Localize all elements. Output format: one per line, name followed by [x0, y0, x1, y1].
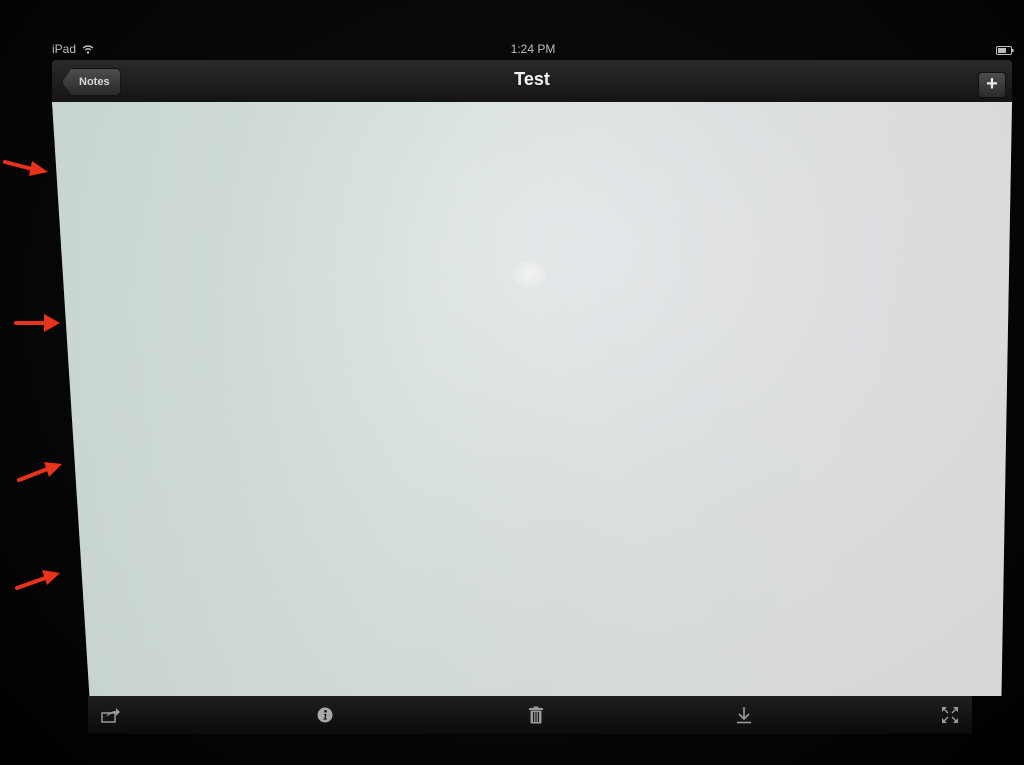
info-icon[interactable]	[314, 704, 336, 726]
status-time: 1:24 PM	[510, 42, 556, 56]
red-arrow-annotation	[16, 460, 64, 482]
note-title: Test	[514, 69, 550, 89]
red-arrow-annotation	[13, 312, 61, 332]
battery-icon	[996, 44, 1014, 55]
page-lighting	[52, 102, 1012, 696]
red-arrow-annotation	[2, 154, 50, 176]
navigation-bar: Notes Test +	[52, 60, 1012, 102]
note-editor[interactable]	[52, 102, 1012, 696]
share-icon[interactable]	[100, 704, 122, 726]
trash-icon[interactable]	[525, 704, 547, 726]
bottom-toolbar	[88, 696, 972, 734]
add-note-button[interactable]: +	[978, 72, 1006, 98]
ipad-screen-photo: iPad 1:24 PM Notes Test +	[0, 0, 1024, 765]
status-bar: iPad 1:24 PM	[48, 40, 1018, 58]
red-arrow-annotation	[14, 568, 62, 590]
screen-glare	[512, 260, 546, 288]
fullscreen-icon[interactable]	[939, 704, 961, 726]
download-icon[interactable]	[733, 704, 755, 726]
